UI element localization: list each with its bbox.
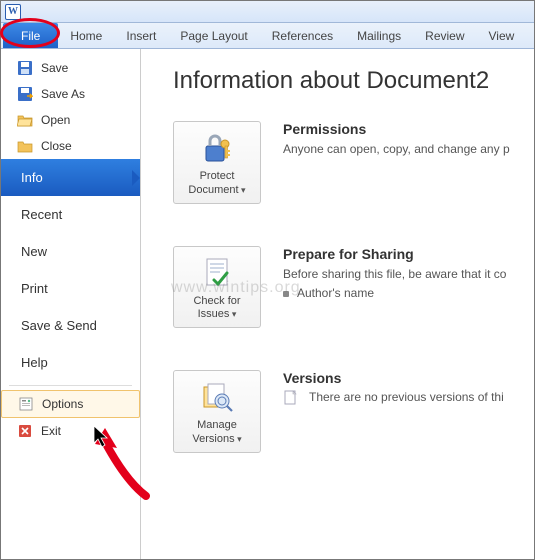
page-title: Information about Document2 bbox=[173, 67, 534, 95]
nav-options[interactable]: Options bbox=[1, 390, 140, 418]
document-check-icon bbox=[199, 255, 235, 291]
nav-save-as-label: Save As bbox=[41, 87, 85, 101]
nav-close[interactable]: Close bbox=[1, 133, 140, 159]
tab-references[interactable]: References bbox=[260, 23, 345, 48]
nav-options-label: Options bbox=[42, 397, 83, 411]
protect-document-label-1: Protect bbox=[200, 170, 235, 184]
sharing-bullet: Author's name bbox=[297, 286, 374, 300]
version-doc-icon bbox=[283, 390, 299, 409]
check-for-issues-button[interactable]: Check for Issues bbox=[173, 246, 261, 329]
bullet-icon bbox=[283, 291, 289, 297]
nav-separator bbox=[9, 385, 132, 386]
protect-document-button[interactable]: Protect Document bbox=[173, 121, 261, 204]
nav-open-label: Open bbox=[41, 113, 70, 127]
section-sharing: Check for Issues Prepare for Sharing Bef… bbox=[173, 246, 534, 329]
permissions-desc: Anyone can open, copy, and change any p bbox=[283, 141, 534, 158]
nav-help[interactable]: Help bbox=[1, 344, 140, 381]
manage-versions-label-2: Versions bbox=[192, 433, 241, 447]
word-app-icon: W bbox=[5, 4, 21, 20]
tab-view[interactable]: View bbox=[477, 23, 527, 48]
tab-home[interactable]: Home bbox=[58, 23, 114, 48]
check-issues-label-1: Check for bbox=[193, 295, 240, 309]
tab-insert[interactable]: Insert bbox=[114, 23, 168, 48]
nav-close-label: Close bbox=[41, 139, 72, 153]
permissions-heading: Permissions bbox=[283, 121, 534, 137]
info-panel: Information about Document2 Protect Docu… bbox=[141, 49, 534, 559]
protect-document-label-2: Document bbox=[188, 184, 245, 198]
section-permissions: Protect Document Permissions Anyone can … bbox=[173, 121, 534, 204]
nav-exit-label: Exit bbox=[41, 424, 61, 438]
exit-icon bbox=[17, 423, 33, 439]
open-folder-icon bbox=[17, 112, 33, 128]
nav-save[interactable]: Save bbox=[1, 55, 140, 81]
nav-recent-label: Recent bbox=[21, 207, 62, 222]
close-folder-icon bbox=[17, 138, 33, 154]
options-icon bbox=[18, 396, 34, 412]
nav-save-as[interactable]: Save As bbox=[1, 81, 140, 107]
window-titlebar: W bbox=[1, 1, 534, 23]
nav-exit[interactable]: Exit bbox=[1, 418, 140, 444]
nav-save-send[interactable]: Save & Send bbox=[1, 307, 140, 344]
nav-info-label: Info bbox=[21, 170, 43, 185]
sharing-desc: Before sharing this file, be aware that … bbox=[283, 266, 534, 283]
versions-heading: Versions bbox=[283, 370, 534, 386]
nav-print-label: Print bbox=[21, 281, 48, 296]
ribbon-tabs: File Home Insert Page Layout References … bbox=[1, 23, 534, 49]
backstage-nav: Save Save As Open Close Info Recent bbox=[1, 49, 141, 559]
nav-save-label: Save bbox=[41, 61, 68, 75]
versions-desc: There are no previous versions of thi bbox=[309, 390, 504, 404]
nav-new[interactable]: New bbox=[1, 233, 140, 270]
nav-recent[interactable]: Recent bbox=[1, 196, 140, 233]
section-versions: Manage Versions Versions There are no pr… bbox=[173, 370, 534, 453]
tab-mailings[interactable]: Mailings bbox=[345, 23, 413, 48]
lock-key-icon bbox=[199, 130, 235, 166]
nav-print[interactable]: Print bbox=[1, 270, 140, 307]
tab-file-label: File bbox=[21, 29, 40, 43]
nav-new-label: New bbox=[21, 244, 47, 259]
backstage-area: Save Save As Open Close Info Recent bbox=[1, 49, 534, 559]
nav-help-label: Help bbox=[21, 355, 48, 370]
sharing-heading: Prepare for Sharing bbox=[283, 246, 534, 262]
manage-versions-button[interactable]: Manage Versions bbox=[173, 370, 261, 453]
tab-file[interactable]: File bbox=[3, 23, 58, 48]
tab-review[interactable]: Review bbox=[413, 23, 476, 48]
nav-save-send-label: Save & Send bbox=[21, 318, 97, 333]
save-icon bbox=[17, 60, 33, 76]
tab-page-layout[interactable]: Page Layout bbox=[168, 23, 259, 48]
manage-versions-label-1: Manage bbox=[197, 419, 237, 433]
versions-icon bbox=[199, 379, 235, 415]
check-issues-label-2: Issues bbox=[198, 308, 237, 322]
nav-open[interactable]: Open bbox=[1, 107, 140, 133]
nav-info[interactable]: Info bbox=[1, 159, 140, 196]
save-as-icon bbox=[17, 86, 33, 102]
